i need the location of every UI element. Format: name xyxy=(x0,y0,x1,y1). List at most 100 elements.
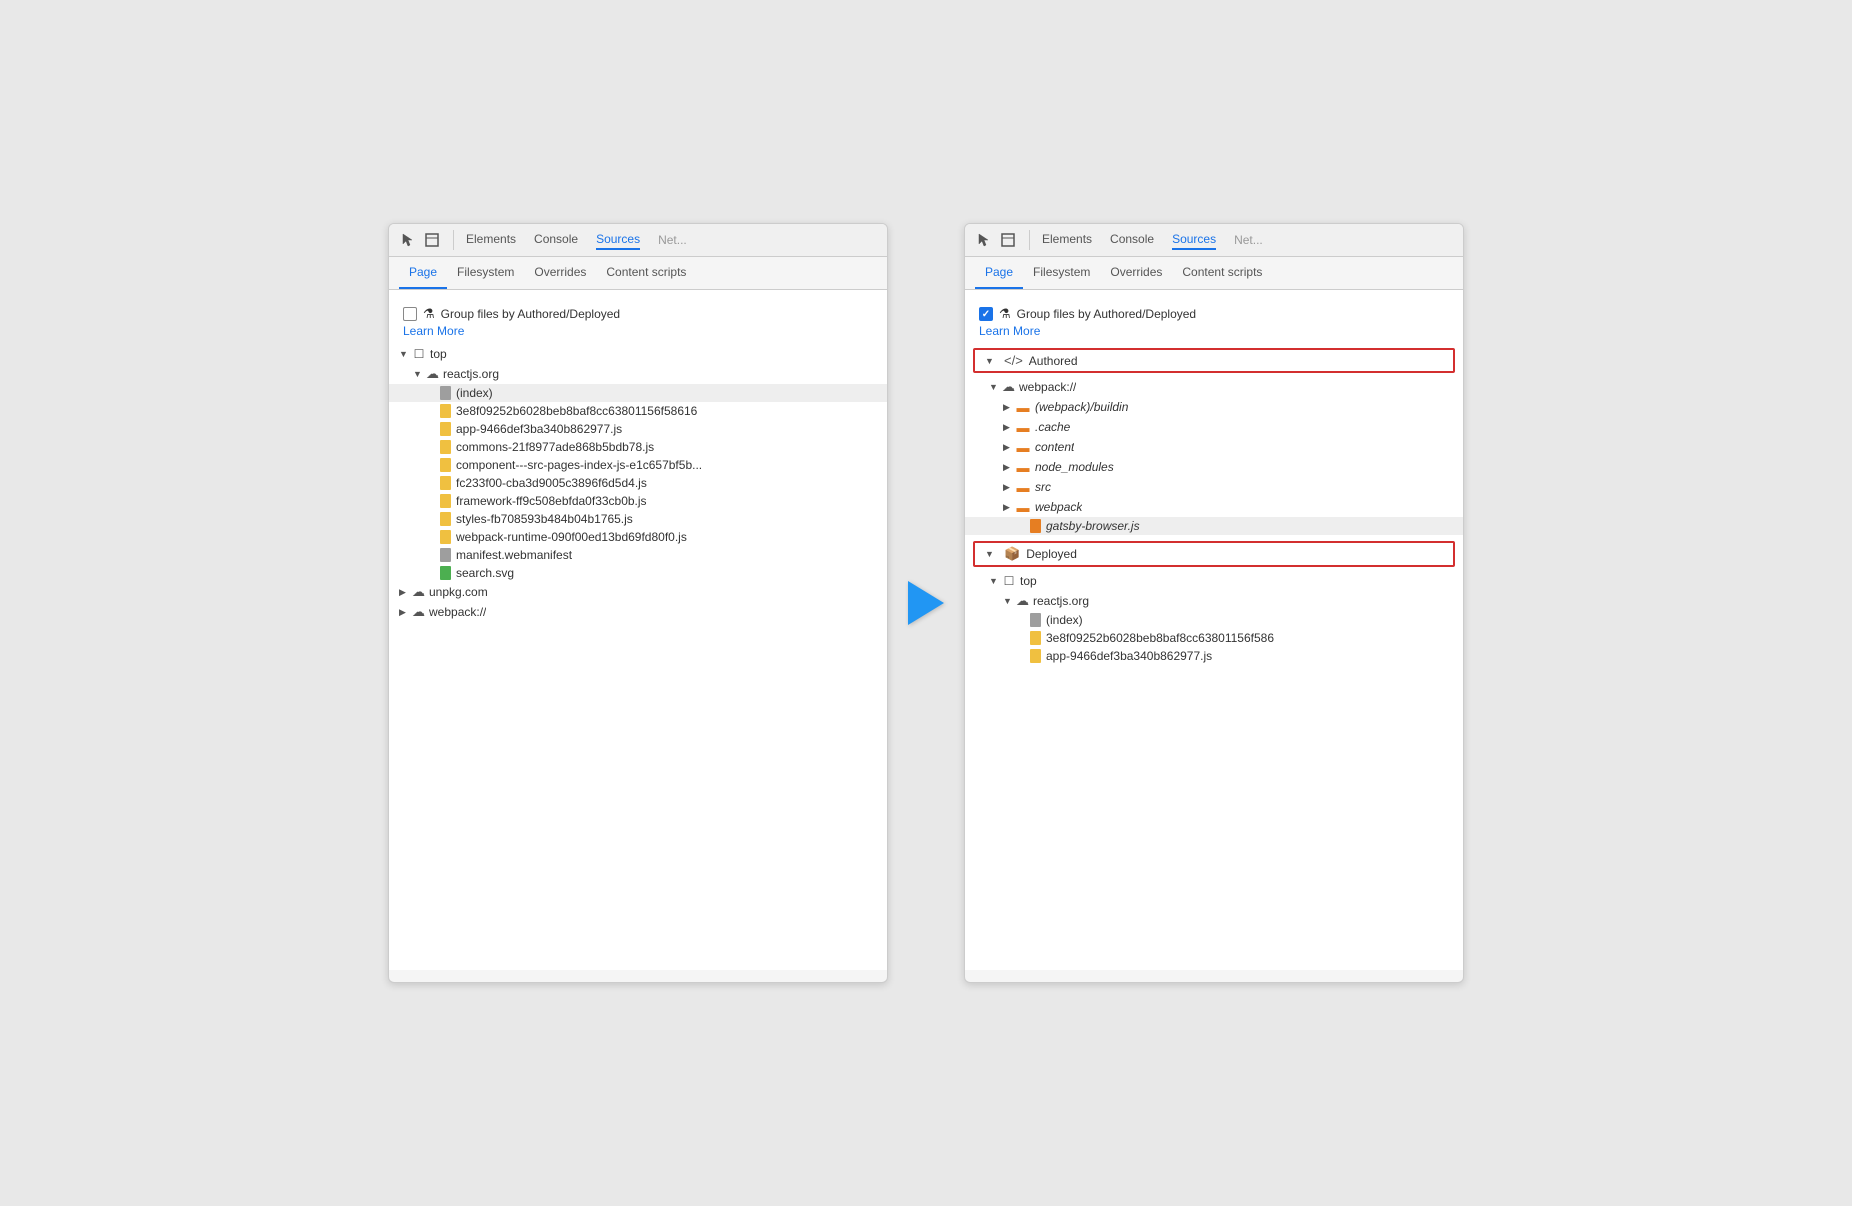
group-files-row-right: ⚗ Group files by Authored/Deployed xyxy=(965,300,1463,324)
tree-item-3e8f[interactable]: 3e8f09252b6028beb8baf8cc63801156f58616 xyxy=(389,402,887,420)
tree-item-index-left[interactable]: (index) xyxy=(389,384,887,402)
tree-item-reactjs-right[interactable]: ☁ reactjs.org xyxy=(965,591,1463,611)
triangle-top xyxy=(399,349,409,359)
deployed-section-header[interactable]: 📦 Deployed xyxy=(973,541,1455,567)
learn-more-left[interactable]: Learn More xyxy=(389,324,887,344)
triangle-reactjs xyxy=(413,369,423,379)
sub-tab-page-right[interactable]: Page xyxy=(975,257,1023,289)
folder-icon-webpack: ▬ xyxy=(1016,499,1030,515)
sub-tab-overrides-left[interactable]: Overrides xyxy=(524,257,596,289)
item-text-top: top xyxy=(430,347,447,361)
tree-item-index-right[interactable]: (index) xyxy=(965,611,1463,629)
tree-item-buildin[interactable]: ▬ (webpack)/buildin xyxy=(965,397,1463,417)
item-text-component: component---src-pages-index-js-e1c657bf5… xyxy=(456,458,702,472)
tree-item-fc233[interactable]: fc233f00-cba3d9005c3896f6d5d4.js xyxy=(389,474,887,492)
item-text-manifest: manifest.webmanifest xyxy=(456,548,572,562)
tree-item-top-right[interactable]: ☐ top xyxy=(965,571,1463,591)
tree-item-content[interactable]: ▬ content xyxy=(965,437,1463,457)
tree-item-webpack-left[interactable]: ☁ webpack:// xyxy=(389,602,887,622)
item-text-app: app-9466def3ba340b862977.js xyxy=(456,422,622,436)
file-icon-manifest xyxy=(440,548,451,562)
authored-label: Authored xyxy=(1029,354,1078,368)
tree-item-framework[interactable]: framework-ff9c508ebfda0f33cb0b.js xyxy=(389,492,887,510)
item-text-search: search.svg xyxy=(456,566,514,580)
file-icon-3e8f xyxy=(440,404,451,418)
file-icon-index-right xyxy=(1030,613,1041,627)
sub-tab-overrides-right[interactable]: Overrides xyxy=(1100,257,1172,289)
tree-item-webpack-folder[interactable]: ▬ webpack xyxy=(965,497,1463,517)
tree-item-styles[interactable]: styles-fb708593b484b04b1765.js xyxy=(389,510,887,528)
item-text-index-right: (index) xyxy=(1046,613,1083,627)
tab-elements-right[interactable]: Elements xyxy=(1042,230,1092,250)
sub-tab-filesystem-right[interactable]: Filesystem xyxy=(1023,257,1100,289)
tab-console-right[interactable]: Console xyxy=(1110,230,1154,250)
group-files-checkbox-left[interactable] xyxy=(403,307,417,321)
tree-item-top[interactable]: ☐ top xyxy=(389,344,887,364)
tree-item-unpkg[interactable]: ☁ unpkg.com xyxy=(389,582,887,602)
authored-section-header[interactable]: </> Authored xyxy=(973,348,1455,373)
tree-left: ☐ top ☁ reactjs.org (index) xyxy=(389,344,887,622)
item-text-commons: commons-21f8977ade868b5bdb78.js xyxy=(456,440,654,454)
tree-item-cache[interactable]: ▬ .cache xyxy=(965,417,1463,437)
deployed-label: Deployed xyxy=(1026,547,1077,561)
item-text-framework: framework-ff9c508ebfda0f33cb0b.js xyxy=(456,494,647,508)
item-text-reactjs: reactjs.org xyxy=(443,367,499,381)
triangle-top-right xyxy=(989,576,999,586)
tree-item-search[interactable]: search.svg xyxy=(389,564,887,582)
cloud-icon-reactjs: ☁ xyxy=(426,366,439,382)
toolbar-icons-left xyxy=(399,231,441,249)
tree-item-webpack-runtime[interactable]: webpack-runtime-090f00ed13bd69fd80f0.js xyxy=(389,528,887,546)
content-area-left: ⚗ Group files by Authored/Deployed Learn… xyxy=(389,290,887,970)
left-panel: Elements Console Sources Net... Page Fil… xyxy=(388,223,888,983)
item-text-unpkg: unpkg.com xyxy=(429,585,488,599)
tree-item-src[interactable]: ▬ src xyxy=(965,477,1463,497)
sub-tab-content-left[interactable]: Content scripts xyxy=(596,257,696,289)
tree-item-webpack-right[interactable]: ☁ webpack:// xyxy=(965,377,1463,397)
tree-item-commons[interactable]: commons-21f8977ade868b5bdb78.js xyxy=(389,438,887,456)
tab-elements-left[interactable]: Elements xyxy=(466,230,516,250)
tab-net-right[interactable]: Net... xyxy=(1234,233,1263,247)
group-files-checkbox-right[interactable] xyxy=(979,307,993,321)
triangle-reactjs-right xyxy=(1003,596,1013,606)
tree-item-gatsby[interactable]: gatsby-browser.js xyxy=(965,517,1463,535)
tree-item-node-modules[interactable]: ▬ node_modules xyxy=(965,457,1463,477)
sub-tabs-left: Page Filesystem Overrides Content script… xyxy=(389,257,887,290)
group-files-label-left: Group files by Authored/Deployed xyxy=(441,307,620,321)
tree-item-reactjs[interactable]: ☁ reactjs.org xyxy=(389,364,887,384)
cursor-icon-right[interactable] xyxy=(975,231,993,249)
file-icon-app-right xyxy=(1030,649,1041,663)
item-text-node-modules: node_modules xyxy=(1035,460,1114,474)
box-icon-right[interactable] xyxy=(999,231,1017,249)
authored-tree: ☁ webpack:// ▬ (webpack)/buildin ▬ .cach… xyxy=(965,377,1463,535)
sub-tab-content-right[interactable]: Content scripts xyxy=(1172,257,1272,289)
triangle-buildin xyxy=(1003,402,1013,413)
tree-item-app-right[interactable]: app-9466def3ba340b862977.js xyxy=(965,647,1463,665)
cursor-icon[interactable] xyxy=(399,231,417,249)
sub-tab-page-left[interactable]: Page xyxy=(399,257,447,289)
triangle-webpack-folder xyxy=(1003,502,1013,513)
learn-more-right[interactable]: Learn More xyxy=(965,324,1463,344)
tree-item-app[interactable]: app-9466def3ba340b862977.js xyxy=(389,420,887,438)
item-text-top-right: top xyxy=(1020,574,1037,588)
deployed-icon: 📦 xyxy=(1004,546,1020,562)
sub-tab-filesystem-left[interactable]: Filesystem xyxy=(447,257,524,289)
box-icon[interactable] xyxy=(423,231,441,249)
cloud-icon-webpack-left: ☁ xyxy=(412,604,425,620)
file-icon-index-left xyxy=(440,386,451,400)
file-icon-3e8f-right xyxy=(1030,631,1041,645)
tree-item-3e8f-right[interactable]: 3e8f09252b6028beb8baf8cc63801156f586 xyxy=(965,629,1463,647)
tab-console-left[interactable]: Console xyxy=(534,230,578,250)
tab-net-left[interactable]: Net... xyxy=(658,233,687,247)
comparison-container: Elements Console Sources Net... Page Fil… xyxy=(388,223,1464,983)
folder-icon-node-modules: ▬ xyxy=(1016,459,1030,475)
item-text-3e8f: 3e8f09252b6028beb8baf8cc63801156f58616 xyxy=(456,404,697,418)
top-tabs-left: Elements Console Sources Net... xyxy=(466,230,687,250)
triangle-unpkg xyxy=(399,587,409,598)
file-icon-component xyxy=(440,458,451,472)
tree-item-component[interactable]: component---src-pages-index-js-e1c657bf5… xyxy=(389,456,887,474)
tree-item-manifest[interactable]: manifest.webmanifest xyxy=(389,546,887,564)
tab-sources-right[interactable]: Sources xyxy=(1172,230,1216,250)
cloud-icon-reactjs-right: ☁ xyxy=(1016,593,1029,609)
file-icon-commons xyxy=(440,440,451,454)
tab-sources-left[interactable]: Sources xyxy=(596,230,640,250)
